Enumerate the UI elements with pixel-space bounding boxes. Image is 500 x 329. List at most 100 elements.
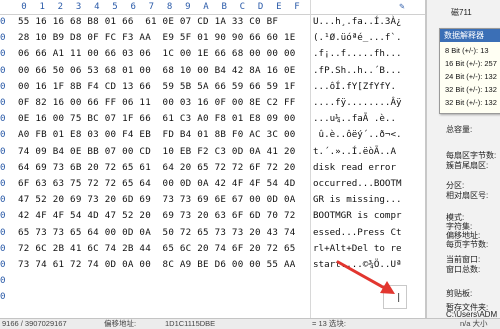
cursor-highlight-box — [383, 285, 407, 309]
data-inspector[interactable]: 数据解释器 8 Bit (+/-): 13 16 Bit (+/-): 257 24… — [439, 28, 500, 114]
row-hex-bytes[interactable]: 0E 16 00 75 BC 07 1F 66 61 C3 A0 F8 01 E… — [18, 111, 310, 127]
row-hex-bytes[interactable]: 73 74 61 72 74 0D 0A 00 8C A9 BE D6 00 0… — [18, 257, 310, 273]
row-ascii-text[interactable]: û.è..ôëý´..ð¬<. — [313, 127, 419, 143]
row-offset: 0 — [0, 32, 6, 44]
inspector-row: 32 Bit (+/-): 132 — [445, 85, 497, 94]
hex-row[interactable]: 0 42 4F 4F 54 4D 47 52 20 69 73 20 63 6F … — [0, 208, 425, 224]
hex-dump-view[interactable]: 0 55 16 16 68 B8 01 66 61 0E 07 CD 1A 33 … — [0, 14, 425, 318]
column-header-2: 2 — [57, 2, 64, 12]
row-ascii-text[interactable]: essed...Press Ct — [313, 225, 419, 241]
ascii-separator — [310, 0, 311, 318]
row-offset: 0 — [0, 210, 6, 222]
column-header-5: 5 — [112, 2, 118, 12]
hex-row[interactable]: 0 74 09 B4 0E BB 07 00 CD 10 EB F2 C3 0D … — [0, 144, 425, 160]
hex-row[interactable]: 0 65 73 73 65 64 00 0D 0A 50 72 65 73 73 … — [0, 225, 425, 241]
row-hex-bytes[interactable]: 47 52 20 69 73 20 6D 69 73 73 69 6E 67 0… — [18, 192, 310, 208]
row-hex-bytes[interactable]: 06 66 A1 11 00 66 03 06 1C 00 1E 66 68 0… — [18, 46, 310, 62]
panel-label: 总容量: — [446, 125, 473, 134]
hex-row[interactable]: 0 — [0, 289, 425, 305]
row-hex-bytes[interactable]: 28 10 B9 D8 0F FC F3 AA E9 5F 01 90 90 6… — [18, 30, 310, 46]
row-ascii-text[interactable]: ....fÿ........Âÿ — [313, 95, 419, 111]
row-ascii-text[interactable]: (.¹Ø.üóªé_...f`. — [313, 30, 419, 46]
panel-label: 每页字节数: — [446, 240, 489, 249]
row-ascii-text[interactable]: U...h¸.fa..Í.3À¿ — [313, 14, 419, 30]
row-hex-bytes[interactable]: 6F 63 63 75 72 72 65 64 00 0D 0A 42 4F 4… — [18, 176, 310, 192]
row-ascii-text[interactable]: rl+Alt+Del to re — [313, 241, 419, 257]
panel-label: 簇首尾扇区: — [446, 161, 489, 170]
column-header-4: 4 — [94, 2, 100, 12]
row-hex-bytes[interactable]: 00 66 50 06 53 68 01 00 68 10 00 B4 42 8… — [18, 63, 310, 79]
row-hex-bytes[interactable]: 55 16 16 68 B8 01 66 61 0E 07 CD 1A 33 C… — [18, 14, 310, 30]
inspector-row: 32 Bit (+/-): 132 — [445, 98, 497, 107]
column-header-1: 1 — [39, 2, 45, 12]
column-header-C: C — [239, 2, 246, 12]
row-ascii-text[interactable]: ...u¼..faÃ .è.. — [313, 111, 419, 127]
row-offset: 0 — [0, 145, 6, 157]
column-header-B: B — [221, 2, 227, 12]
row-hex-bytes[interactable]: 72 6C 2B 41 6C 74 2B 44 65 6C 20 74 6F 2… — [18, 241, 310, 257]
row-offset: 0 — [0, 194, 6, 206]
column-header-6: 6 — [130, 2, 136, 12]
row-offset: 0 — [0, 291, 6, 303]
row-offset: 0 — [0, 80, 6, 92]
row-offset: 0 — [0, 178, 6, 189]
column-header-8: 8 — [166, 2, 173, 12]
row-hex-bytes[interactable]: 0F 82 16 00 66 FF 06 11 00 03 16 0F 00 8… — [18, 95, 310, 111]
hex-row[interactable]: 0 47 52 20 69 73 20 6D 69 73 73 69 6E 67 … — [0, 192, 425, 208]
column-header-E: E — [276, 2, 282, 12]
row-offset: 0 — [0, 275, 6, 287]
panel-top-label: 磁711 — [451, 8, 472, 17]
data-inspector-title: 数据解释器 — [440, 29, 500, 42]
hex-row[interactable]: 0 55 16 16 68 B8 01 66 61 0E 07 CD 1A 33 … — [0, 14, 425, 30]
hex-row[interactable]: 0 72 6C 2B 41 6C 74 2B 44 65 6C 20 74 6F … — [0, 241, 425, 257]
row-ascii-text[interactable]: disk read error — [313, 160, 419, 176]
row-offset: 0 — [0, 259, 6, 270]
hex-row[interactable]: 0 — [0, 273, 425, 289]
hex-row[interactable]: 0 73 74 61 72 74 0D 0A 00 8C A9 BE D6 00 … — [0, 257, 425, 273]
hex-row[interactable]: 0 06 66 A1 11 00 66 03 06 1C 00 1E 66 68 … — [0, 46, 425, 62]
row-hex-bytes[interactable]: A0 FB 01 E8 03 00 F4 EB FD B4 01 8B F0 A… — [18, 127, 310, 143]
row-ascii-text[interactable]: .fP.Sh..h..´B... — [313, 63, 419, 79]
hex-column-header: 0 1 2 3 4 5 6 7 8 9 A B C D E F ✎ — [0, 0, 425, 15]
row-offset: 0 — [0, 48, 6, 60]
inspector-row: 24 Bit (+/-): 132 — [445, 72, 497, 81]
column-header-3: 3 — [75, 2, 82, 12]
row-hex-bytes[interactable]: 74 09 B4 0E BB 07 00 CD 10 EB F2 C3 0D 0… — [18, 144, 310, 160]
hex-row[interactable]: 0 A0 FB 01 E8 03 00 F4 EB FD B4 01 8B F0 … — [0, 127, 425, 143]
row-offset: 0 — [0, 226, 6, 238]
column-header-7: 7 — [148, 2, 155, 12]
row-ascii-text[interactable]: start....©¾Ö..Uª — [313, 257, 419, 273]
row-ascii-text[interactable]: GR is missing... — [313, 192, 419, 208]
inspector-row: 8 Bit (+/-): 13 — [445, 46, 489, 55]
row-ascii-text[interactable]: ...ôÍ.fY[ZfYfY. — [313, 79, 419, 95]
hex-row[interactable]: 0 64 69 73 6B 20 72 65 61 64 20 65 72 72 … — [0, 160, 425, 176]
hex-row[interactable]: 0 28 10 B9 D8 0F FC F3 AA E9 5F 01 90 90 … — [0, 30, 425, 46]
hex-row[interactable]: 0 0E 16 00 75 BC 07 1F 66 61 C3 A0 F8 01 … — [0, 111, 425, 127]
row-ascii-text[interactable]: t.´.»..Í.ëòÃ..A — [313, 144, 419, 160]
column-header-F: F — [294, 2, 300, 12]
row-offset: 0 — [0, 242, 6, 254]
row-offset: 0 — [0, 161, 6, 173]
hex-row[interactable]: 0 0F 82 16 00 66 FF 06 11 00 03 16 0F 00 … — [0, 95, 425, 111]
row-hex-bytes[interactable]: 65 73 73 65 64 00 0D 0A 50 72 65 73 73 2… — [18, 225, 310, 241]
column-header-9: 9 — [185, 2, 191, 12]
cursor-caret: | — [396, 293, 402, 303]
status-bar: 9166 / 3907029167 偏移地址: 1D1C1115DBE = 13… — [0, 318, 500, 329]
row-hex-bytes[interactable]: 00 16 1F 8B F4 CD 13 66 59 5B 5A 66 59 6… — [18, 79, 310, 95]
panel-label: 剪贴板: — [446, 289, 473, 298]
hex-row[interactable]: 0 6F 63 63 75 72 72 65 64 00 0D 0A 42 4F … — [0, 176, 425, 192]
row-ascii-text[interactable]: .f¡..f.....fh... — [313, 46, 419, 62]
panel-label: 窗口总数: — [446, 265, 481, 274]
row-offset: 0 — [0, 64, 6, 76]
row-ascii-text[interactable]: BOOTMGR is compr — [313, 208, 419, 224]
row-ascii-text[interactable]: occurred...BOOTM — [313, 176, 419, 192]
column-header-0: 0 — [21, 2, 27, 12]
row-offset: 0 — [0, 129, 6, 141]
hex-row[interactable]: 0 00 66 50 06 53 68 01 00 68 10 00 B4 42 … — [0, 63, 425, 79]
column-header-A: A — [203, 2, 209, 12]
row-hex-bytes[interactable]: 64 69 73 6B 20 72 65 61 64 20 65 72 72 6… — [18, 160, 310, 176]
row-offset: 0 — [0, 113, 6, 125]
edit-icon[interactable]: ✎ — [396, 2, 408, 12]
hex-row[interactable]: 0 00 16 1F 8B F4 CD 13 66 59 5B 5A 66 59 … — [0, 79, 425, 95]
row-hex-bytes[interactable]: 42 4F 4F 54 4D 47 52 20 69 73 20 63 6F 6… — [18, 208, 310, 224]
